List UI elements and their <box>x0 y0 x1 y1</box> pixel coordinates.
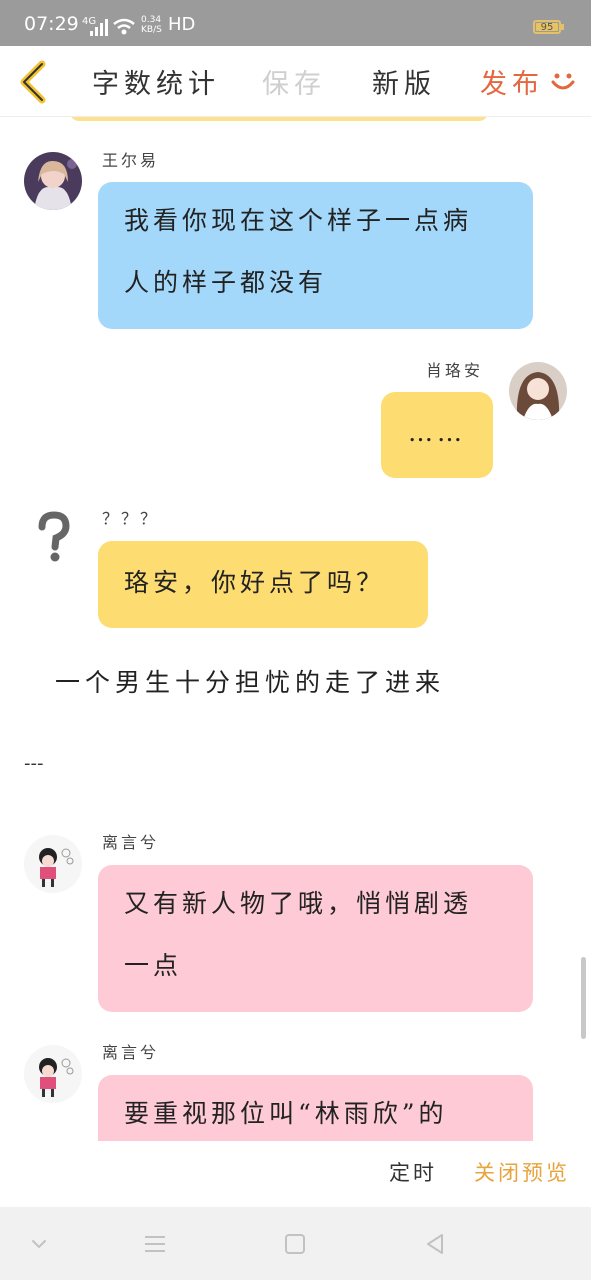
system-navigation-bar <box>0 1207 591 1280</box>
message-bubble[interactable]: 我看你现在这个样子一点病 人的样子都没有 <box>98 182 533 329</box>
previous-bubble <box>70 117 488 121</box>
hd-indicator: HD <box>168 14 196 35</box>
sender-name: ？？？ <box>102 509 160 528</box>
message-line: 珞安，你好点了吗？ <box>124 568 386 597</box>
wifi-icon <box>113 18 135 35</box>
menu-icon[interactable] <box>140 1229 170 1259</box>
message-line: 一点 <box>124 951 183 980</box>
back-icon[interactable] <box>420 1229 450 1259</box>
status-bar: 07:29 4G 0.34 KB/S HD 95 <box>0 0 591 46</box>
status-time: 07:29 <box>24 13 79 35</box>
battery-icon: 95 <box>533 20 561 34</box>
word-count-button[interactable]: 字数统计 <box>92 62 220 101</box>
sender-name: 离言兮 <box>102 833 160 852</box>
message-line: 人的样子都没有 <box>124 268 328 297</box>
message-line: 又有新人物了哦，悄悄剧透 <box>124 889 473 918</box>
editor-toolbar: 字数统计 保存 新版 发布 <box>0 46 591 117</box>
avatar[interactable] <box>24 152 82 210</box>
chat-preview[interactable]: 王尔易 我看你现在这个样子一点病 人的样子都没有 肖珞安 …… ？？？ 珞安，你… <box>0 117 591 1141</box>
publish-button[interactable]: 发布 <box>480 62 544 101</box>
question-mark-icon[interactable] <box>24 509 82 567</box>
new-version-button[interactable]: 新版 <box>372 62 436 101</box>
signal-icon <box>90 18 108 36</box>
section-divider: --- <box>24 753 44 774</box>
message-line: …… <box>408 418 466 447</box>
avatar[interactable] <box>24 835 82 893</box>
chevron-down-icon[interactable] <box>24 1229 54 1259</box>
scrollbar[interactable] <box>581 957 586 1039</box>
back-chevron-icon[interactable] <box>12 58 56 106</box>
message-line: 要重视那位叫“林雨欣”的 <box>124 1099 448 1128</box>
close-preview-button[interactable]: 关闭预览 <box>474 1157 570 1187</box>
avatar[interactable] <box>509 362 567 420</box>
sender-name: 离言兮 <box>102 1043 160 1062</box>
narration-text[interactable]: 一个男生十分担忧的走了进来 <box>55 663 445 699</box>
smile-icon <box>551 73 575 90</box>
message-bubble[interactable]: 又有新人物了哦，悄悄剧透 一点 <box>98 865 533 1012</box>
schedule-button[interactable]: 定时 <box>389 1157 437 1187</box>
network-speed: 0.34 KB/S <box>141 15 162 35</box>
save-button[interactable]: 保存 <box>262 62 326 101</box>
sender-name: 王尔易 <box>102 151 160 170</box>
message-bubble[interactable]: 要重视那位叫“林雨欣”的 <box>98 1075 533 1141</box>
message-bubble[interactable]: …… <box>381 392 493 478</box>
avatar[interactable] <box>24 1045 82 1103</box>
battery-level: 95 <box>536 23 558 33</box>
home-icon[interactable] <box>280 1229 310 1259</box>
message-line: 我看你现在这个样子一点病 <box>124 206 473 235</box>
bottom-action-bar: 定时 关闭预览 <box>0 1141 591 1207</box>
battery-tip <box>561 24 564 30</box>
message-bubble[interactable]: 珞安，你好点了吗？ <box>98 541 428 628</box>
sender-name: 肖珞安 <box>426 361 484 380</box>
